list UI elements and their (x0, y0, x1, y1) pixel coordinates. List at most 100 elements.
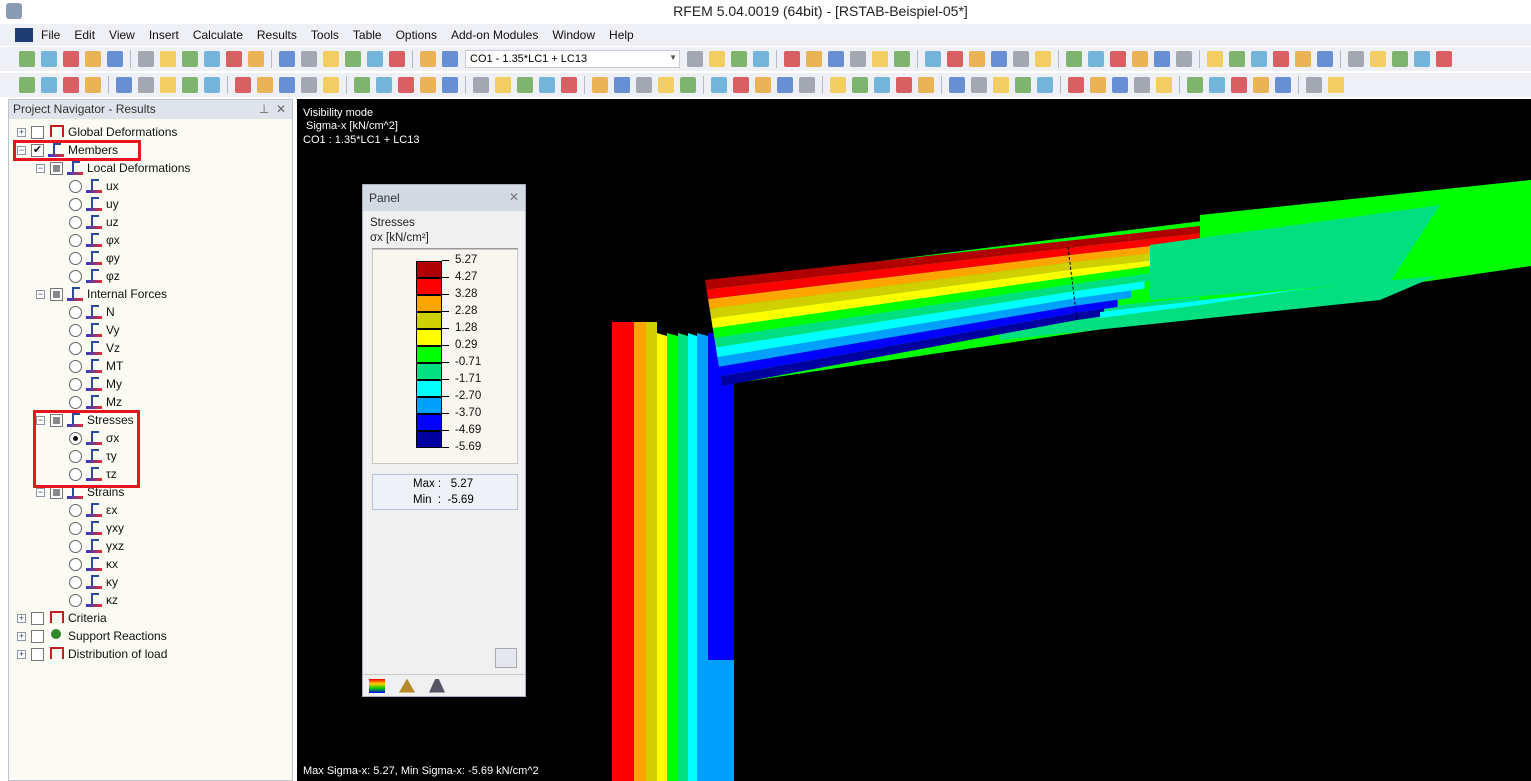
toolbar-button-icon[interactable] (850, 51, 866, 67)
tree-item-support-reactions[interactable]: + Support Reactions (17, 627, 167, 645)
toolbar-button-icon[interactable] (680, 77, 696, 93)
menu-options[interactable]: Options (396, 28, 437, 42)
toolbar-button-icon[interactable] (830, 77, 846, 93)
toolbar-button-icon[interactable] (182, 77, 198, 93)
toolbar-button-icon[interactable] (539, 77, 555, 93)
radio-button[interactable] (69, 503, 82, 517)
tree-item--y[interactable]: κy (55, 573, 118, 591)
pin-icon[interactable]: ⊥ (259, 102, 269, 116)
load-combination-select[interactable]: CO1 - 1.35*LC1 + LC13 ▼ (465, 50, 680, 68)
toolbar-button-icon[interactable] (949, 77, 965, 93)
toolbar-button-icon[interactable] (874, 77, 890, 93)
toolbar-button-icon[interactable] (1273, 51, 1289, 67)
toolbar-button-icon[interactable] (160, 77, 176, 93)
toolbar-button-icon[interactable] (777, 77, 793, 93)
menu-insert[interactable]: Insert (149, 28, 179, 42)
filter-tab-icon[interactable] (429, 678, 445, 693)
menu-results[interactable]: Results (257, 28, 297, 42)
radio-button[interactable] (69, 521, 82, 535)
toolbar-button-icon[interactable] (85, 51, 101, 67)
toolbar-button-icon[interactable] (1275, 77, 1291, 93)
toolbar-button-icon[interactable] (226, 51, 242, 67)
expand-icon[interactable]: + (17, 649, 26, 659)
radio-button[interactable] (69, 179, 82, 193)
toolbar-button-icon[interactable] (872, 51, 888, 67)
toolbar-button-icon[interactable] (398, 77, 414, 93)
toolbar-button-icon[interactable] (1112, 77, 1128, 93)
toolbar-button-icon[interactable] (806, 51, 822, 67)
tree-item--x[interactable]: φx (55, 231, 120, 249)
toolbar-button-icon[interactable] (138, 77, 154, 93)
toolbar-button-icon[interactable] (1090, 77, 1106, 93)
radio-button[interactable] (69, 197, 82, 211)
tree-item-global-deformations[interactable]: + Global Deformations (17, 123, 177, 141)
toolbar-button-icon[interactable] (279, 51, 295, 67)
toolbar-button-icon[interactable] (711, 77, 727, 93)
toolbar-button-icon[interactable] (1348, 51, 1364, 67)
toolbar-button-icon[interactable] (1306, 77, 1322, 93)
toolbar-button-icon[interactable] (561, 77, 577, 93)
toolbar-button-icon[interactable] (323, 77, 339, 93)
toolbar-button-icon[interactable] (420, 77, 436, 93)
toolbar-button-icon[interactable] (894, 51, 910, 67)
toolbar-button-icon[interactable] (19, 51, 35, 67)
toolbar-button-icon[interactable] (1035, 51, 1051, 67)
tree-item--xz[interactable]: γxz (55, 537, 124, 555)
tree-item-ux[interactable]: ux (55, 177, 119, 195)
tree-item-local-deformations[interactable]: − Local Deformations (36, 159, 190, 177)
checkbox-partial[interactable] (50, 287, 63, 301)
toolbar-button-icon[interactable] (248, 51, 264, 67)
toolbar-button-icon[interactable] (1436, 51, 1452, 67)
toolbar-button-icon[interactable] (1295, 51, 1311, 67)
toolbar-button-icon[interactable] (1209, 77, 1225, 93)
radio-button[interactable] (69, 269, 82, 283)
tree-item-distribution-of-load[interactable]: + Distribution of load (17, 645, 167, 663)
radio-button[interactable] (69, 575, 82, 589)
toolbar-button-icon[interactable] (1229, 51, 1245, 67)
toolbar-button-icon[interactable] (1414, 51, 1430, 67)
tree-item--x[interactable]: εx (55, 501, 117, 519)
toolbar-button-icon[interactable] (687, 51, 703, 67)
radio-button[interactable] (69, 377, 82, 391)
toolbar-button-icon[interactable] (85, 77, 101, 93)
toolbar-button-icon[interactable] (755, 77, 771, 93)
radio-button[interactable] (69, 359, 82, 373)
toolbar-button-icon[interactable] (442, 51, 458, 67)
toolbar-button-icon[interactable] (442, 77, 458, 93)
checkbox-partial[interactable] (50, 161, 63, 175)
collapse-icon[interactable]: − (36, 289, 45, 299)
radio-button[interactable] (69, 539, 82, 553)
tree-item-internal-forces[interactable]: − Internal Forces (36, 285, 167, 303)
checkbox[interactable] (31, 629, 44, 643)
toolbar-button-icon[interactable] (658, 77, 674, 93)
toolbar-button-icon[interactable] (614, 77, 630, 93)
toolbar-button-icon[interactable] (1317, 51, 1333, 67)
toolbar-button-icon[interactable] (991, 51, 1007, 67)
toolbar-button-icon[interactable] (1068, 77, 1084, 93)
toolbar-button-icon[interactable] (41, 77, 57, 93)
menu-table[interactable]: Table (353, 28, 382, 42)
toolbar-button-icon[interactable] (354, 77, 370, 93)
toolbar-button-icon[interactable] (1066, 51, 1082, 67)
toolbar-button-icon[interactable] (1037, 77, 1053, 93)
menu-tools[interactable]: Tools (311, 28, 339, 42)
close-icon[interactable]: ✕ (276, 102, 286, 116)
toolbar-button-icon[interactable] (323, 51, 339, 67)
toolbar-button-icon[interactable] (1370, 51, 1386, 67)
menu-file[interactable]: File (41, 28, 60, 42)
checkbox[interactable] (31, 611, 44, 625)
toolbar-button-icon[interactable] (799, 77, 815, 93)
tree-item-uz[interactable]: uz (55, 213, 119, 231)
toolbar-button-icon[interactable] (1015, 77, 1031, 93)
toolbar-button-icon[interactable] (389, 51, 405, 67)
toolbar-button-icon[interactable] (1176, 51, 1192, 67)
toolbar-button-icon[interactable] (182, 51, 198, 67)
menu-help[interactable]: Help (609, 28, 634, 42)
toolbar-button-icon[interactable] (753, 51, 769, 67)
toolbar-button-icon[interactable] (345, 51, 361, 67)
toolbar-button-icon[interactable] (1110, 51, 1126, 67)
expand-icon[interactable]: + (17, 631, 26, 641)
toolbar-button-icon[interactable] (947, 51, 963, 67)
toolbar-button-icon[interactable] (733, 77, 749, 93)
radio-button[interactable] (69, 251, 82, 265)
